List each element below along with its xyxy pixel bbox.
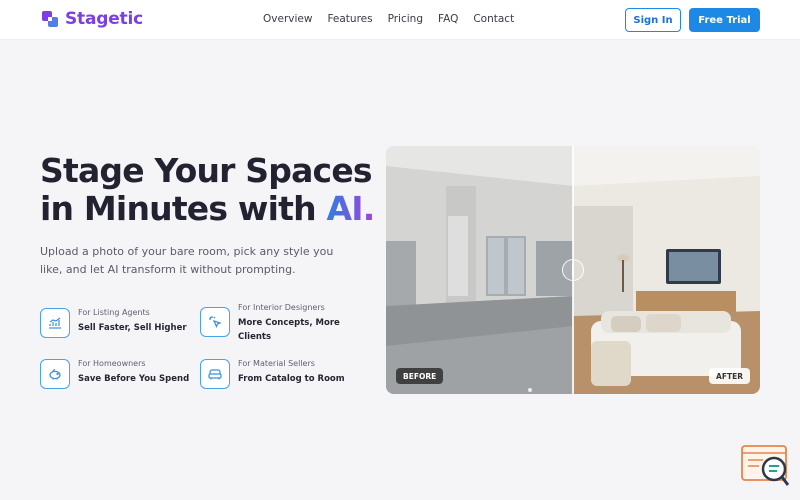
nav-pricing[interactable]: Pricing (388, 13, 423, 25)
feature-interior-designers: For Interior Designers More Concepts, Mo… (200, 303, 350, 344)
hero-subtitle: Upload a photo of your bare room, pick a… (40, 245, 334, 276)
feature-category: For Material Sellers (238, 359, 315, 368)
logo[interactable]: Stagetic (41, 9, 143, 29)
cursor-sparkle-icon (200, 307, 230, 337)
feature-title: More Concepts, More Clients (238, 318, 340, 342)
feature-listing-agents: For Listing Agents Sell Faster, Sell Hig… (40, 308, 187, 338)
feature-title: Save Before You Spend (78, 374, 190, 384)
feature-title: From Catalog to Room (238, 374, 345, 384)
free-trial-button[interactable]: Free Trial (689, 8, 760, 32)
logo-icon (42, 11, 58, 27)
carousel-dot[interactable] (528, 388, 532, 392)
nav-faq[interactable]: FAQ (438, 13, 458, 25)
after-badge: AFTER (709, 368, 750, 384)
piggy-bank-icon (40, 359, 70, 389)
hero-title-line1: Stage Your Spaces (40, 151, 373, 190)
search-chat-icon (741, 445, 790, 486)
hero-title: Stage Your Spaces in Minutes with AI. (40, 152, 380, 228)
nav-overview[interactable]: Overview (263, 13, 312, 25)
feature-category: For Homeowners (78, 359, 146, 368)
sofa-icon (200, 359, 230, 389)
nav-features[interactable]: Features (327, 13, 372, 25)
feature-category: For Listing Agents (78, 308, 150, 317)
before-badge: BEFORE (396, 368, 444, 384)
nav-contact[interactable]: Contact (473, 13, 514, 25)
before-after-compare[interactable]: BEFORE AFTER (386, 146, 760, 394)
main-nav: Overview Features Pricing FAQ Contact (263, 13, 514, 25)
feature-homeowners: For Homeowners Save Before You Spend (40, 359, 189, 389)
feature-title: Sell Faster, Sell Higher (78, 323, 187, 333)
feature-category: For Interior Designers (238, 303, 325, 312)
sign-in-button[interactable]: Sign In (625, 8, 681, 32)
hero-title-line2: in Minutes with (40, 189, 327, 228)
chart-icon (40, 308, 70, 338)
feature-material-sellers: For Material Sellers From Catalog to Roo… (200, 359, 345, 389)
brand-name: Stagetic (65, 9, 143, 29)
site-header: Stagetic Overview Features Pricing FAQ C… (0, 0, 800, 40)
help-widget[interactable] (741, 445, 790, 489)
compare-slider-handle[interactable] (562, 259, 584, 281)
hero-title-ai: AI. (326, 189, 375, 228)
